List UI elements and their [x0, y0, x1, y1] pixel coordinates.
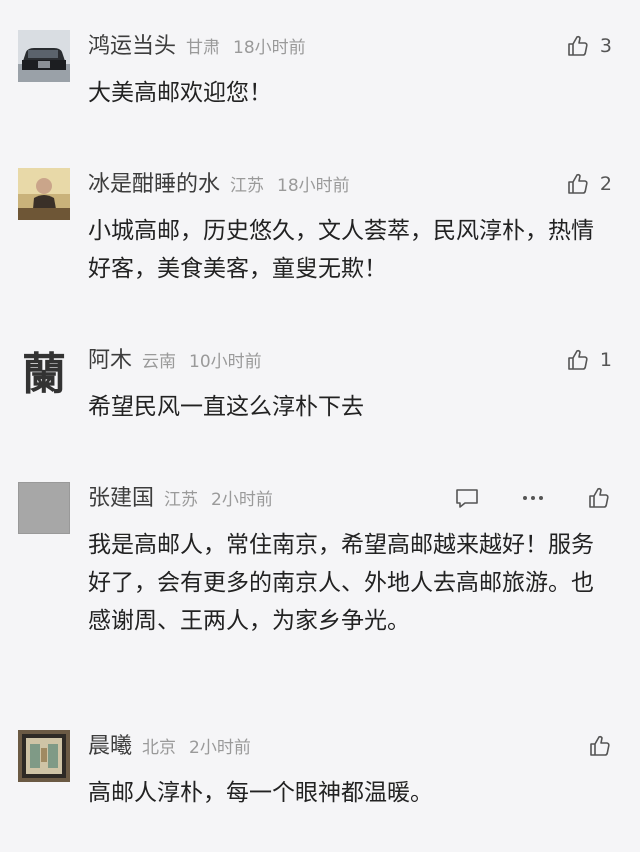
author-location: 北京 [142, 738, 177, 758]
like-count: 1 [599, 349, 612, 371]
like-button[interactable]: 2 [566, 172, 612, 196]
calligraphy-avatar-icon[interactable]: 蘭 [18, 344, 70, 396]
like-count: 3 [599, 35, 612, 57]
author-name[interactable]: 张建国 [88, 486, 154, 511]
comment-text: 高邮人淳朴，每一个眼神都温暖。 [88, 780, 433, 806]
person-photo-avatar-icon[interactable] [18, 168, 70, 220]
thumbs-up-icon [568, 173, 588, 194]
like-button[interactable]: 3 [566, 34, 612, 58]
comment-time: 18小时前 [233, 38, 306, 58]
author-location: 云南 [142, 352, 177, 372]
author-location: 甘肃 [186, 38, 221, 58]
comment-text: 大美高邮欢迎您！ [88, 80, 272, 106]
thumbs-up-icon [590, 735, 610, 756]
comment-time: 18小时前 [277, 176, 350, 196]
comment-time: 10小时前 [189, 352, 262, 372]
avatar-glyph: 蘭 [22, 349, 66, 396]
like-count: 2 [599, 173, 612, 195]
reply-comment-icon[interactable] [454, 486, 480, 510]
like-button[interactable]: 1 [566, 348, 612, 372]
like-button[interactable] [588, 734, 612, 758]
thumbs-up-icon [568, 35, 588, 56]
comment-time: 2小时前 [211, 490, 273, 510]
author-location: 江苏 [164, 490, 199, 510]
thumbs-up-icon[interactable] [586, 486, 612, 510]
thumbs-up-icon [568, 349, 588, 370]
comment-text: 我是高邮人，常住南京，希望高邮越来越好！服务好了，会有更多的南京人、外地人去高邮… [88, 532, 594, 634]
author-location: 江苏 [230, 176, 265, 196]
author-name[interactable]: 冰是酣睡的水 [88, 172, 220, 197]
more-options-icon[interactable] [520, 486, 546, 510]
framed-picture-avatar-icon[interactable] [18, 730, 70, 782]
comment-time: 2小时前 [189, 738, 251, 758]
comment-text: 希望民风一直这么淳朴下去 [88, 394, 364, 420]
author-name[interactable]: 鸿运当头 [88, 34, 176, 59]
author-name[interactable]: 阿木 [88, 348, 132, 373]
gray-placeholder-avatar-icon[interactable] [18, 482, 70, 534]
car-avatar-icon[interactable] [18, 30, 70, 82]
comment-text: 小城高邮，历史悠久，文人荟萃，民风淳朴，热情好客，美食美客，童叟无欺！ [88, 218, 594, 282]
author-name[interactable]: 晨曦 [88, 734, 132, 759]
